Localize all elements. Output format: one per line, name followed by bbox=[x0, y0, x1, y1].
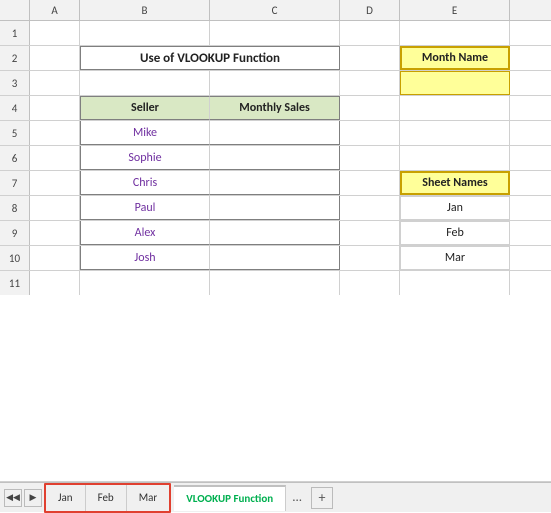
cell-b7-chris[interactable]: Chris bbox=[80, 171, 210, 195]
cell-a2[interactable] bbox=[30, 46, 80, 70]
cell-e8-jan[interactable]: Jan bbox=[400, 196, 510, 220]
table-row: 5 Mike bbox=[0, 121, 551, 146]
sheet-tab-jan[interactable]: Jan bbox=[46, 485, 86, 511]
col-header-e[interactable]: E bbox=[400, 0, 510, 20]
row-num-8: 8 bbox=[0, 196, 30, 220]
table-row: 6 Sophie bbox=[0, 146, 551, 171]
cell-b3[interactable] bbox=[80, 71, 210, 95]
row-num-4: 4 bbox=[0, 96, 30, 120]
sheet-names-cell[interactable]: Sheet Names bbox=[400, 171, 510, 195]
cell-a7[interactable] bbox=[30, 171, 80, 195]
cell-a10[interactable] bbox=[30, 246, 80, 270]
cell-b4-seller-header[interactable]: Seller bbox=[80, 96, 210, 120]
cell-a3[interactable] bbox=[30, 71, 80, 95]
tab-nav-prev[interactable]: ▶ bbox=[24, 489, 42, 507]
table-row: 2 Use of VLOOKUP Function Month Name bbox=[0, 46, 551, 71]
row-num-1: 1 bbox=[0, 21, 30, 45]
cell-d6[interactable] bbox=[340, 146, 400, 170]
cell-d11[interactable] bbox=[340, 271, 400, 295]
cell-e4[interactable] bbox=[400, 96, 510, 120]
month-name-cell[interactable]: Month Name bbox=[400, 46, 510, 70]
table-row: 3 bbox=[0, 71, 551, 96]
row-num-6: 6 bbox=[0, 146, 30, 170]
cell-a1[interactable] bbox=[30, 21, 80, 45]
cell-b8-paul[interactable]: Paul bbox=[80, 196, 210, 220]
cell-c5[interactable] bbox=[210, 121, 340, 145]
cell-a8[interactable] bbox=[30, 196, 80, 220]
cell-d2[interactable] bbox=[340, 46, 400, 70]
cell-b1[interactable] bbox=[80, 21, 210, 45]
col-header-c[interactable]: C bbox=[210, 0, 340, 20]
tab-overflow-dots[interactable]: ... bbox=[286, 490, 308, 505]
cell-a11[interactable] bbox=[30, 271, 80, 295]
grid-wrapper: A B C D E 1 2 Use of VLOOKUP Funct bbox=[0, 0, 551, 482]
table-row: 8 Paul Jan bbox=[0, 196, 551, 221]
cell-e11[interactable] bbox=[400, 271, 510, 295]
cell-d4[interactable] bbox=[340, 96, 400, 120]
row-num-5: 5 bbox=[0, 121, 30, 145]
cell-d3[interactable] bbox=[340, 71, 400, 95]
cell-d9[interactable] bbox=[340, 221, 400, 245]
cell-c8[interactable] bbox=[210, 196, 340, 220]
cell-c9[interactable] bbox=[210, 221, 340, 245]
cell-a6[interactable] bbox=[30, 146, 80, 170]
cell-e3[interactable] bbox=[400, 71, 510, 95]
cell-e10-mar[interactable]: Mar bbox=[400, 246, 510, 270]
add-sheet-button[interactable]: + bbox=[311, 487, 333, 509]
tab-group-months: Jan Feb Mar bbox=[44, 483, 171, 513]
tab-bar: ◀◀ ▶ Jan Feb Mar VLOOKUP Function ... + bbox=[0, 482, 551, 512]
cell-d5[interactable] bbox=[340, 121, 400, 145]
cell-c6[interactable] bbox=[210, 146, 340, 170]
sheet-tab-feb[interactable]: Feb bbox=[86, 485, 127, 511]
col-header-a[interactable]: A bbox=[30, 0, 80, 20]
cell-b9-alex[interactable]: Alex bbox=[80, 221, 210, 245]
title-cell[interactable]: Use of VLOOKUP Function bbox=[80, 46, 340, 70]
cell-a5[interactable] bbox=[30, 121, 80, 145]
cell-e9-feb[interactable]: Feb bbox=[400, 221, 510, 245]
table-row: 1 bbox=[0, 21, 551, 46]
cell-d8[interactable] bbox=[340, 196, 400, 220]
cell-d10[interactable] bbox=[340, 246, 400, 270]
cell-c10[interactable] bbox=[210, 246, 340, 270]
row-num-2: 2 bbox=[0, 46, 30, 70]
table-row: 4 Seller Monthly Sales bbox=[0, 96, 551, 121]
cell-b11[interactable] bbox=[80, 271, 210, 295]
row-num-9: 9 bbox=[0, 221, 30, 245]
row-num-10: 10 bbox=[0, 246, 30, 270]
sheet-tab-vlookup[interactable]: VLOOKUP Function bbox=[174, 485, 286, 511]
col-header-d[interactable]: D bbox=[340, 0, 400, 20]
table-row: 10 Josh Mar bbox=[0, 246, 551, 271]
col-headers-row: A B C D E bbox=[0, 0, 551, 21]
cell-c3[interactable] bbox=[210, 71, 340, 95]
tab-nav-first[interactable]: ◀◀ bbox=[4, 489, 22, 507]
table-row: 11 bbox=[0, 271, 551, 482]
cell-e5[interactable] bbox=[400, 121, 510, 145]
table-row: 9 Alex Feb bbox=[0, 221, 551, 246]
cell-a9[interactable] bbox=[30, 221, 80, 245]
row-num-3: 3 bbox=[0, 71, 30, 95]
cell-d7[interactable] bbox=[340, 171, 400, 195]
cell-c1[interactable] bbox=[210, 21, 340, 45]
grid-body: 1 2 Use of VLOOKUP Function Month Name bbox=[0, 21, 551, 482]
row-num-7: 7 bbox=[0, 171, 30, 195]
row-num-11: 11 bbox=[0, 271, 30, 295]
cell-b6-sophie[interactable]: Sophie bbox=[80, 146, 210, 170]
cell-b10-josh[interactable]: Josh bbox=[80, 246, 210, 270]
cell-d1[interactable] bbox=[340, 21, 400, 45]
sheet-tab-mar[interactable]: Mar bbox=[127, 485, 170, 511]
cell-c4-sales-header[interactable]: Monthly Sales bbox=[210, 96, 340, 120]
cell-b5-mike[interactable]: Mike bbox=[80, 121, 210, 145]
corner-cell bbox=[0, 0, 30, 20]
cell-c7[interactable] bbox=[210, 171, 340, 195]
cell-c11[interactable] bbox=[210, 271, 340, 295]
cell-e1[interactable] bbox=[400, 21, 510, 45]
cell-a4[interactable] bbox=[30, 96, 80, 120]
cell-e6[interactable] bbox=[400, 146, 510, 170]
spreadsheet: A B C D E 1 2 Use of VLOOKUP Funct bbox=[0, 0, 551, 482]
table-row: 7 Chris Sheet Names bbox=[0, 171, 551, 196]
col-header-b[interactable]: B bbox=[80, 0, 210, 20]
